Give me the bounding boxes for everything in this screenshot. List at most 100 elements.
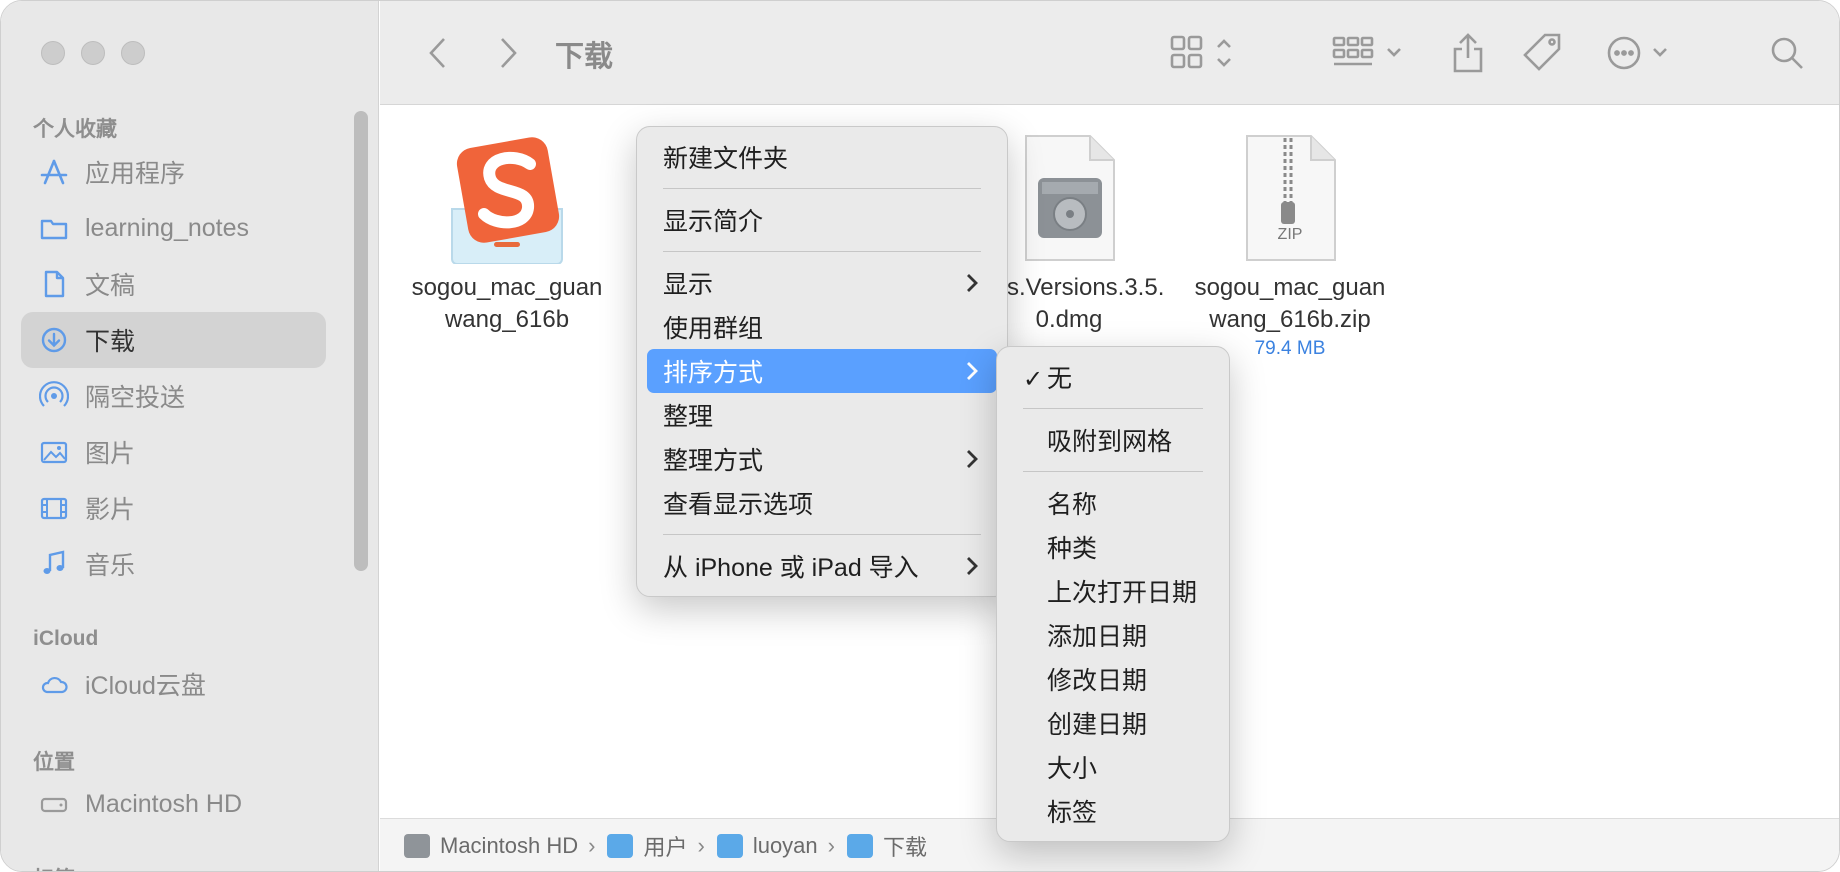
- menu-item-label: 整理方式: [663, 447, 764, 475]
- airdrop-icon: [37, 379, 71, 413]
- menu-item-label: 从 iPhone 或 iPad 导入: [663, 554, 919, 582]
- cloud-icon: [37, 667, 71, 701]
- file-item-sogou-app[interactable]: sogou_mac_guan wang_616b: [402, 134, 612, 336]
- more-actions-button[interactable]: [1606, 31, 1678, 75]
- sidebar-item-applications[interactable]: 应用程序: [21, 144, 326, 200]
- sidebar-item-label: iCloud云盘: [85, 672, 206, 700]
- context-menu: 新建文件夹 显示简介 显示 使用群组 排序方式 整理 整理方式 查看显示选项 从…: [636, 126, 1008, 597]
- menu-item-label: 无: [1047, 365, 1073, 393]
- path-crumb-home[interactable]: luoyan ›: [716, 833, 847, 859]
- photo-icon: [37, 435, 71, 469]
- sidebar-section-tags: 标签: [33, 863, 75, 871]
- menu-item-show-view-options[interactable]: 查看显示选项: [647, 481, 997, 525]
- sort-option-none[interactable]: ✓ 无: [1007, 355, 1219, 399]
- file-name: sogou_mac_guan wang_616b.zip: [1185, 272, 1395, 336]
- sort-option-name[interactable]: 名称: [1007, 481, 1219, 525]
- sort-submenu: ✓ 无 吸附到网格 名称 种类 上次打开日期 添加日期 修改日期 创建日期 大小…: [996, 346, 1230, 842]
- share-button[interactable]: [1448, 31, 1488, 75]
- sidebar-item-label: 隔空投送: [85, 384, 186, 412]
- sidebar-item-macintosh-hd[interactable]: Macintosh HD: [21, 776, 326, 832]
- menu-item-label: 查看显示选项: [663, 491, 814, 519]
- window-title: 下载: [555, 41, 614, 73]
- sidebar-item-label: Macintosh HD: [85, 789, 242, 818]
- sidebar-section-icloud: iCloud: [33, 627, 99, 650]
- search-icon: [1771, 37, 1803, 69]
- film-icon: [37, 491, 71, 525]
- apps-icon: [37, 155, 71, 189]
- crumb-label: Macintosh HD: [440, 833, 579, 858]
- sidebar-item-learning-notes[interactable]: learning_notes: [21, 200, 326, 256]
- sort-option-date-created[interactable]: 创建日期: [1007, 701, 1219, 745]
- zip-icon: ZIP: [1225, 134, 1355, 264]
- sidebar-item-label: 影片: [85, 496, 136, 524]
- chevron-right-icon: ›: [588, 833, 596, 858]
- disk-icon: [404, 834, 430, 858]
- forward-button[interactable]: [490, 31, 526, 75]
- sidebar-item-label: 文稿: [85, 272, 136, 300]
- document-icon: [37, 267, 71, 301]
- sidebar-section-favorites: 个人收藏: [33, 118, 117, 141]
- menu-item-show[interactable]: 显示: [647, 261, 997, 305]
- zoom-window-button[interactable]: [121, 41, 145, 65]
- close-window-button[interactable]: [41, 41, 65, 65]
- menu-separator: [663, 534, 981, 535]
- path-crumb-downloads[interactable]: 下载: [847, 830, 927, 862]
- sidebar-item-airdrop[interactable]: 隔空投送: [21, 368, 326, 424]
- folder-icon: [37, 211, 71, 245]
- sort-option-snap-to-grid[interactable]: 吸附到网格: [1007, 418, 1219, 462]
- sidebar-item-movies[interactable]: 影片: [21, 480, 326, 536]
- file-name-line: sogou_mac_guan: [411, 274, 603, 301]
- home-folder-icon: [716, 834, 743, 858]
- chevron-right-icon: ›: [827, 833, 835, 858]
- search-button[interactable]: [1765, 31, 1809, 75]
- chevron-right-icon: ›: [697, 833, 705, 858]
- menu-separator: [1023, 408, 1203, 409]
- sidebar-item-icloud-drive[interactable]: iCloud云盘: [21, 656, 326, 712]
- sidebar-item-label: learning_notes: [85, 213, 250, 242]
- file-name-line: wang_616b.zip: [1209, 306, 1371, 333]
- tag-button[interactable]: [1520, 31, 1566, 75]
- menu-item-new-folder[interactable]: 新建文件夹: [647, 135, 997, 179]
- sort-option-date-added[interactable]: 添加日期: [1007, 613, 1219, 657]
- sort-option-tags[interactable]: 标签: [1007, 789, 1219, 833]
- path-crumb-users[interactable]: 用户 ›: [607, 830, 716, 862]
- chevron-right-icon: [501, 38, 517, 68]
- sort-option-kind[interactable]: 种类: [1007, 525, 1219, 569]
- disk-icon: [37, 787, 71, 821]
- zip-badge: ZIP: [1277, 226, 1303, 243]
- menu-item-sort-by[interactable]: 排序方式: [647, 349, 997, 393]
- crumb-label: 下载: [883, 835, 928, 860]
- group-button[interactable]: [1332, 31, 1408, 75]
- path-crumb-macintosh-hd[interactable]: Macintosh HD ›: [404, 833, 607, 859]
- menu-item-clean-up[interactable]: 整理: [647, 393, 997, 437]
- menu-item-label: 创建日期: [1047, 711, 1148, 739]
- sidebar-item-label: 下载: [85, 328, 136, 356]
- sort-option-date-modified[interactable]: 修改日期: [1007, 657, 1219, 701]
- menu-item-get-info[interactable]: 显示简介: [647, 198, 997, 242]
- file-name-line: sogou_mac_guan: [1194, 274, 1386, 301]
- menu-item-import-from-iphone[interactable]: 从 iPhone 或 iPad 导入: [647, 544, 997, 588]
- checkmark-icon: ✓: [1023, 366, 1044, 393]
- chevron-right-icon: [961, 447, 983, 471]
- icon-grid-view-icon: [1170, 35, 1231, 69]
- view-mode-button[interactable]: [1170, 31, 1240, 75]
- menu-item-label: 种类: [1047, 535, 1098, 563]
- sidebar-item-documents[interactable]: 文稿: [21, 256, 326, 312]
- dmg-icon: [1004, 134, 1134, 264]
- menu-item-label: 上次打开日期: [1047, 579, 1198, 607]
- sort-option-last-opened[interactable]: 上次打开日期: [1007, 569, 1219, 613]
- menu-separator: [663, 251, 981, 252]
- file-item-sogou-zip[interactable]: ZIP sogou_mac_guan wang_616b.zip 79.4 MB: [1185, 134, 1395, 360]
- sort-option-size[interactable]: 大小: [1007, 745, 1219, 789]
- menu-item-label: 排序方式: [663, 359, 764, 387]
- back-button[interactable]: [420, 31, 456, 75]
- sidebar-scrollbar[interactable]: [354, 111, 368, 571]
- minimize-window-button[interactable]: [81, 41, 105, 65]
- sidebar-item-music[interactable]: 音乐: [21, 536, 326, 592]
- menu-item-clean-up-by[interactable]: 整理方式: [647, 437, 997, 481]
- menu-item-use-groups[interactable]: 使用群组: [647, 305, 997, 349]
- sidebar-item-pictures[interactable]: 图片: [21, 424, 326, 480]
- sidebar-item-downloads[interactable]: 下载: [21, 312, 326, 368]
- file-name: sogou_mac_guan wang_616b: [402, 272, 612, 336]
- menu-separator: [663, 188, 981, 189]
